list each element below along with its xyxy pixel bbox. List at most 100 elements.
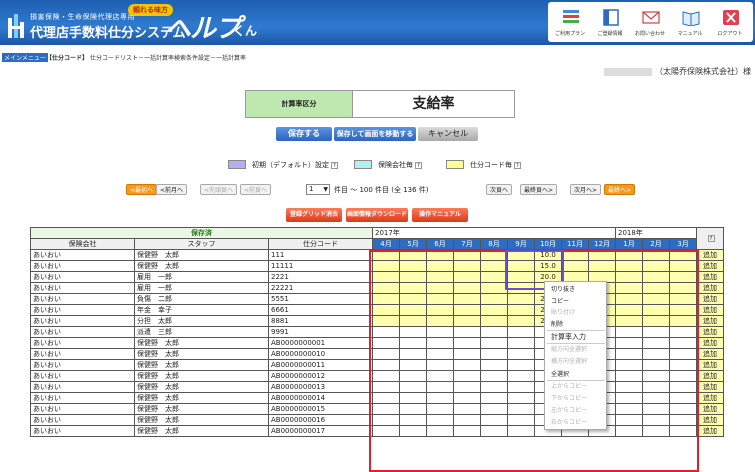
add-button[interactable]: 追加 xyxy=(696,381,724,393)
rate-cell[interactable] xyxy=(642,326,670,338)
rate-cell[interactable] xyxy=(426,337,454,349)
context-menu-item[interactable]: 切り抜き xyxy=(551,285,575,295)
rate-cell[interactable] xyxy=(426,293,454,305)
add-button[interactable]: 追加 xyxy=(696,359,724,371)
rate-cell[interactable] xyxy=(588,249,616,261)
pager-first-button[interactable]: <最初へ xyxy=(126,184,158,195)
add-button[interactable]: 追加 xyxy=(696,315,724,327)
rate-cell[interactable] xyxy=(642,414,670,426)
add-button[interactable]: 追加 xyxy=(696,304,724,316)
rate-cell[interactable] xyxy=(615,260,643,272)
nav-registration[interactable]: ご登録情報 xyxy=(590,2,630,42)
rate-cell[interactable] xyxy=(507,271,535,283)
rate-cell[interactable] xyxy=(669,271,697,283)
rate-cell[interactable] xyxy=(507,337,535,349)
rate-cell[interactable] xyxy=(372,315,400,327)
rate-cell[interactable] xyxy=(372,348,400,360)
grid-help[interactable]: ? xyxy=(696,227,724,250)
context-menu-item[interactable]: 上からコピー xyxy=(551,382,587,392)
rate-cell[interactable] xyxy=(480,370,508,382)
context-menu-item[interactable]: 縦方向全選択 xyxy=(551,345,587,355)
rate-cell[interactable] xyxy=(669,392,697,404)
rate-cell[interactable] xyxy=(615,315,643,327)
rate-cell[interactable] xyxy=(669,403,697,415)
rate-cell[interactable] xyxy=(453,271,481,283)
context-menu-item[interactable]: 下からコピー xyxy=(551,394,587,404)
rate-cell[interactable] xyxy=(642,348,670,360)
rate-cell[interactable] xyxy=(480,392,508,404)
rate-cell[interactable] xyxy=(507,414,535,426)
rate-cell[interactable] xyxy=(615,293,643,305)
context-menu-item[interactable]: コピー xyxy=(551,297,569,307)
nav-logout[interactable]: ログアウト xyxy=(710,2,750,42)
rate-cell[interactable] xyxy=(642,282,670,294)
rate-cell[interactable] xyxy=(507,304,535,316)
rate-cell[interactable] xyxy=(480,348,508,360)
rate-cell[interactable] xyxy=(615,348,643,360)
rate-cell[interactable] xyxy=(426,392,454,404)
add-button[interactable]: 追加 xyxy=(696,337,724,349)
rate-cell[interactable] xyxy=(507,249,535,261)
rate-cell[interactable] xyxy=(372,282,400,294)
pager-next-page-button[interactable]: 次頁へ xyxy=(486,184,513,195)
nav-manual[interactable]: マニュアル xyxy=(670,2,710,42)
rate-cell[interactable] xyxy=(453,370,481,382)
rate-cell[interactable] xyxy=(453,414,481,426)
rate-cell[interactable] xyxy=(453,381,481,393)
rate-cell[interactable] xyxy=(426,315,454,327)
add-button[interactable]: 追加 xyxy=(696,260,724,272)
context-menu-item[interactable]: 削除 xyxy=(551,320,563,330)
save-button[interactable]: 保存する xyxy=(276,127,332,141)
rate-cell[interactable] xyxy=(426,381,454,393)
rate-cell[interactable] xyxy=(669,337,697,349)
rate-cell[interactable] xyxy=(480,425,508,437)
rate-cell[interactable] xyxy=(480,326,508,338)
page-select[interactable]: 1 ▼ xyxy=(306,184,330,195)
rate-cell[interactable] xyxy=(669,326,697,338)
rate-cell[interactable] xyxy=(669,315,697,327)
rate-cell[interactable] xyxy=(426,370,454,382)
add-button[interactable]: 追加 xyxy=(696,403,724,415)
rate-cell[interactable] xyxy=(372,293,400,305)
rate-cell[interactable] xyxy=(480,337,508,349)
rate-cell[interactable]: 10.0 xyxy=(534,249,562,261)
rate-cell[interactable] xyxy=(399,304,427,316)
rate-cell[interactable] xyxy=(453,282,481,294)
rate-cell[interactable] xyxy=(642,315,670,327)
rate-cell[interactable] xyxy=(615,271,643,283)
rate-cell[interactable] xyxy=(399,271,427,283)
rate-cell[interactable] xyxy=(507,403,535,415)
rate-cell[interactable] xyxy=(399,326,427,338)
rate-cell[interactable] xyxy=(372,249,400,261)
rate-cell[interactable] xyxy=(561,260,589,272)
rate-cell[interactable] xyxy=(399,337,427,349)
rate-cell[interactable] xyxy=(399,249,427,261)
rate-cell[interactable] xyxy=(480,293,508,305)
rate-cell[interactable] xyxy=(399,403,427,415)
rate-cell[interactable] xyxy=(399,414,427,426)
rate-cell[interactable] xyxy=(399,425,427,437)
context-menu-item[interactable]: 計算率入力 xyxy=(551,332,586,342)
rate-cell[interactable] xyxy=(642,304,670,316)
rate-cell[interactable] xyxy=(399,260,427,272)
context-menu-item[interactable]: 全選択 xyxy=(551,370,569,380)
add-button[interactable]: 追加 xyxy=(696,370,724,382)
rate-cell[interactable] xyxy=(642,337,670,349)
context-menu-item[interactable]: 左からコピー xyxy=(551,406,587,416)
add-button[interactable]: 追加 xyxy=(696,249,724,261)
rate-cell[interactable] xyxy=(642,381,670,393)
rate-cell[interactable] xyxy=(615,249,643,261)
rate-cell[interactable] xyxy=(507,293,535,305)
rate-cell[interactable] xyxy=(426,326,454,338)
rate-cell[interactable] xyxy=(426,348,454,360)
rate-cell[interactable] xyxy=(372,260,400,272)
rate-cell[interactable] xyxy=(372,381,400,393)
rate-cell[interactable] xyxy=(669,282,697,294)
rate-cell[interactable] xyxy=(453,403,481,415)
rate-cell[interactable] xyxy=(669,249,697,261)
rate-cell[interactable] xyxy=(615,425,643,437)
rate-cell[interactable] xyxy=(615,304,643,316)
rate-cell[interactable] xyxy=(372,337,400,349)
rate-cell[interactable] xyxy=(453,249,481,261)
rate-cell[interactable] xyxy=(426,425,454,437)
